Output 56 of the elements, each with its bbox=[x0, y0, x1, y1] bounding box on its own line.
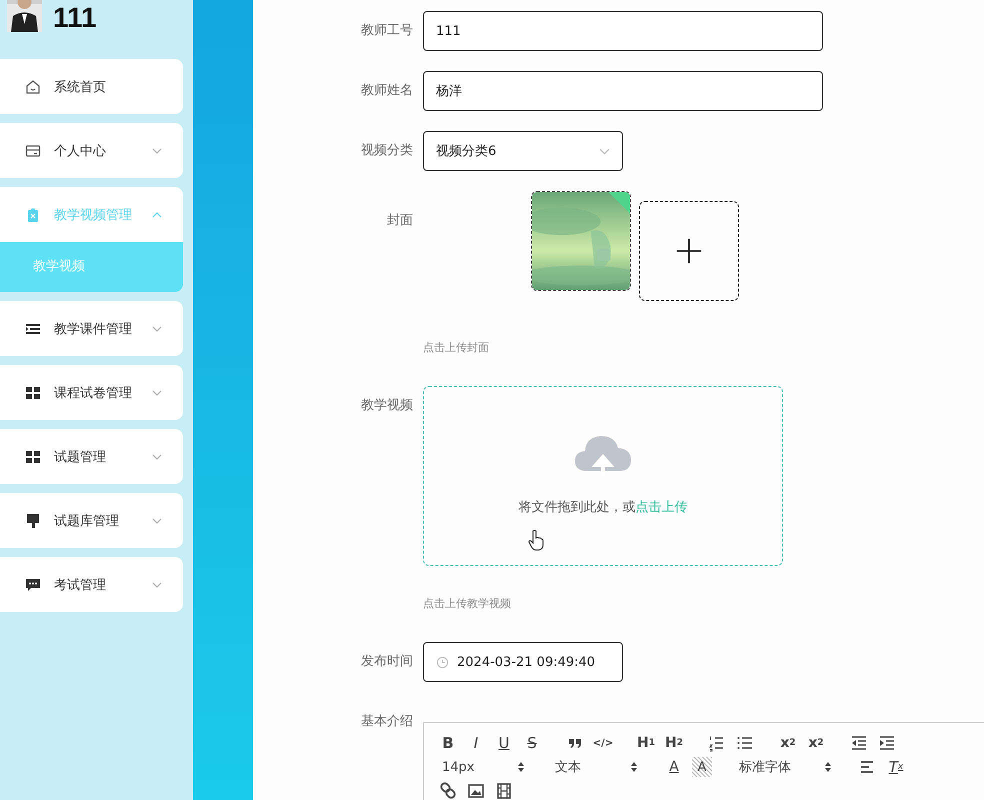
menu-item[interactable]: 考试管理 bbox=[0, 557, 183, 612]
chevron-icon bbox=[152, 390, 162, 396]
chevron-icon bbox=[152, 148, 162, 154]
background-button[interactable]: A bbox=[692, 757, 712, 777]
sort-arrows-icon bbox=[631, 762, 637, 772]
chat-icon bbox=[25, 576, 41, 592]
chevron-icon bbox=[152, 518, 162, 524]
input-field[interactable]: 杨洋 bbox=[423, 71, 823, 111]
upload-dropzone[interactable]: 将文件拖到此处，或点击上传 bbox=[423, 386, 783, 566]
select-field[interactable]: 视频分类6 bbox=[423, 131, 623, 171]
toolbar-dropdown[interactable]: 14px bbox=[434, 755, 532, 779]
toolbar-dropdown[interactable]: 文本 bbox=[547, 755, 645, 779]
field-label: 基本介绍 bbox=[360, 713, 414, 731]
card-icon bbox=[25, 142, 41, 158]
chevron-icon bbox=[152, 582, 162, 588]
chevron-icon bbox=[599, 148, 610, 154]
menu-item[interactable]: 试题库管理 bbox=[0, 493, 183, 548]
bold-button[interactable]: B bbox=[434, 731, 462, 755]
field-label: 教师姓名 bbox=[360, 82, 414, 100]
field-label: 视频分类 bbox=[360, 142, 414, 160]
field-label: 教师工号 bbox=[360, 22, 414, 40]
sort-arrows-icon bbox=[518, 762, 524, 772]
upload-button[interactable] bbox=[639, 201, 739, 301]
strike-button[interactable]: S bbox=[518, 731, 546, 755]
brush-icon bbox=[25, 512, 41, 528]
color-button[interactable]: A bbox=[660, 755, 688, 779]
clock-icon bbox=[436, 656, 449, 668]
clipboard-icon bbox=[25, 206, 41, 222]
hint-text: 点击上传封面 bbox=[423, 341, 490, 355]
field-label: 发布时间 bbox=[360, 653, 414, 671]
underline-button[interactable]: U bbox=[490, 731, 518, 755]
italic-button[interactable]: I bbox=[462, 731, 490, 755]
menu-item[interactable]: 课程试卷管理 bbox=[0, 365, 183, 420]
grid-icon bbox=[25, 448, 41, 464]
sort-arrows-icon bbox=[825, 762, 831, 772]
code-button[interactable]: </> bbox=[589, 731, 617, 755]
chevron-icon bbox=[152, 454, 162, 460]
plus-icon bbox=[675, 237, 703, 265]
menu-item[interactable]: 系统首页 bbox=[0, 59, 183, 114]
menu-item[interactable]: 试题管理 bbox=[0, 429, 183, 484]
hint-text: 点击上传教学视频 bbox=[423, 597, 512, 611]
pointer-cursor-icon bbox=[528, 529, 544, 551]
field-label: 封面 bbox=[386, 212, 414, 230]
menu-item[interactable]: 教学课件管理 bbox=[0, 301, 183, 356]
dropzone-text: 将文件拖到此处，或点击上传 bbox=[518, 499, 688, 516]
chevron-icon bbox=[152, 326, 162, 332]
date-field[interactable]: 2024-03-21 09:49:40 bbox=[423, 642, 623, 682]
chevron-icon bbox=[152, 212, 162, 218]
grid-icon bbox=[25, 384, 41, 400]
field-label: 教学视频 bbox=[360, 397, 414, 415]
toolbar-dropdown[interactable]: 标准字体 bbox=[731, 755, 839, 779]
user-name: 111 bbox=[53, 4, 97, 32]
menu-item[interactable]: 个人中心 bbox=[0, 123, 183, 178]
script-button[interactable]: x$^{2}$ bbox=[802, 731, 830, 755]
input-field[interactable]: 111 bbox=[423, 11, 823, 51]
home-icon bbox=[25, 78, 41, 94]
